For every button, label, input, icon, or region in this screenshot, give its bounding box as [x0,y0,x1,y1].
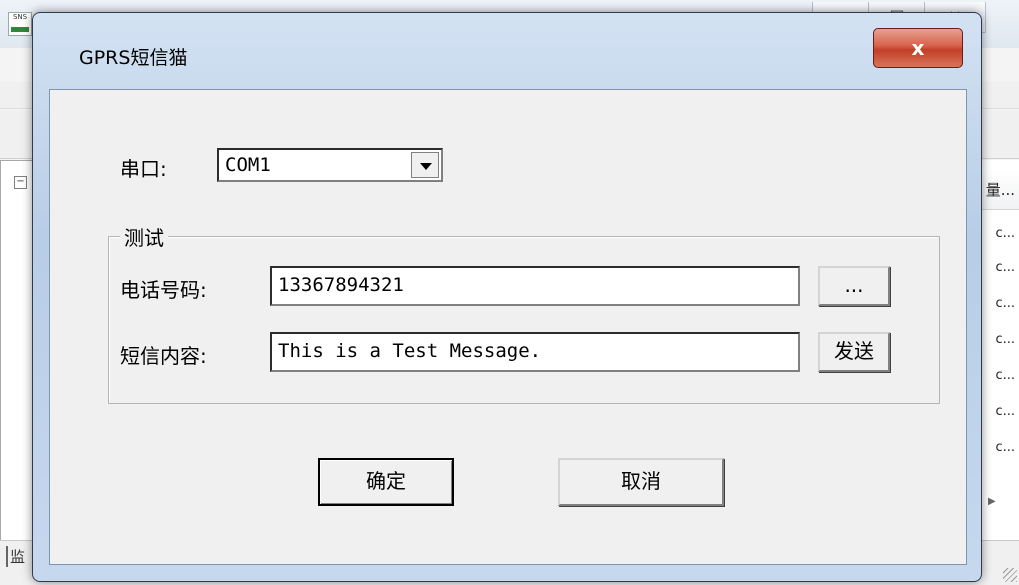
phone-number-input[interactable]: 13367894321 [270,266,800,306]
status-text: 监 [6,546,25,567]
tree-collapse-icon[interactable]: − [14,176,27,189]
browse-button[interactable]: ... [818,266,890,306]
resize-grip-icon[interactable] [1003,568,1017,582]
scroll-right-arrow-icon[interactable]: ▶ [988,496,996,507]
close-button[interactable]: x [873,28,963,68]
ok-button[interactable]: 确定 [318,458,454,506]
serial-port-label: 串口: [120,157,167,181]
message-content-input[interactable]: This is a Test Message. [270,332,800,372]
sms-app-icon: SNS [8,12,32,36]
serial-port-select[interactable]: COM1 [217,148,443,182]
chevron-down-icon[interactable] [411,152,439,178]
gprs-dialog: GPRS短信猫 x 串口: COM1 测试 电话号码: 13367894321 … [32,12,982,582]
test-group-label: 测试 [120,222,168,251]
test-groupbox [108,236,940,404]
phone-label: 电话号码: [120,278,207,302]
serial-port-value: COM1 [225,154,271,176]
close-icon: x [911,36,925,60]
cancel-button[interactable]: 取消 [558,458,724,506]
dialog-icon [41,23,61,43]
send-button[interactable]: 发送 [818,332,890,372]
message-label: 短信内容: [120,344,207,368]
dialog-title: GPRS短信猫 [79,47,188,69]
sms-app-icon-text: SNS [12,13,28,21]
dialog-client-area: 串口: COM1 测试 电话号码: 13367894321 ... 短信内容: … [49,89,967,565]
